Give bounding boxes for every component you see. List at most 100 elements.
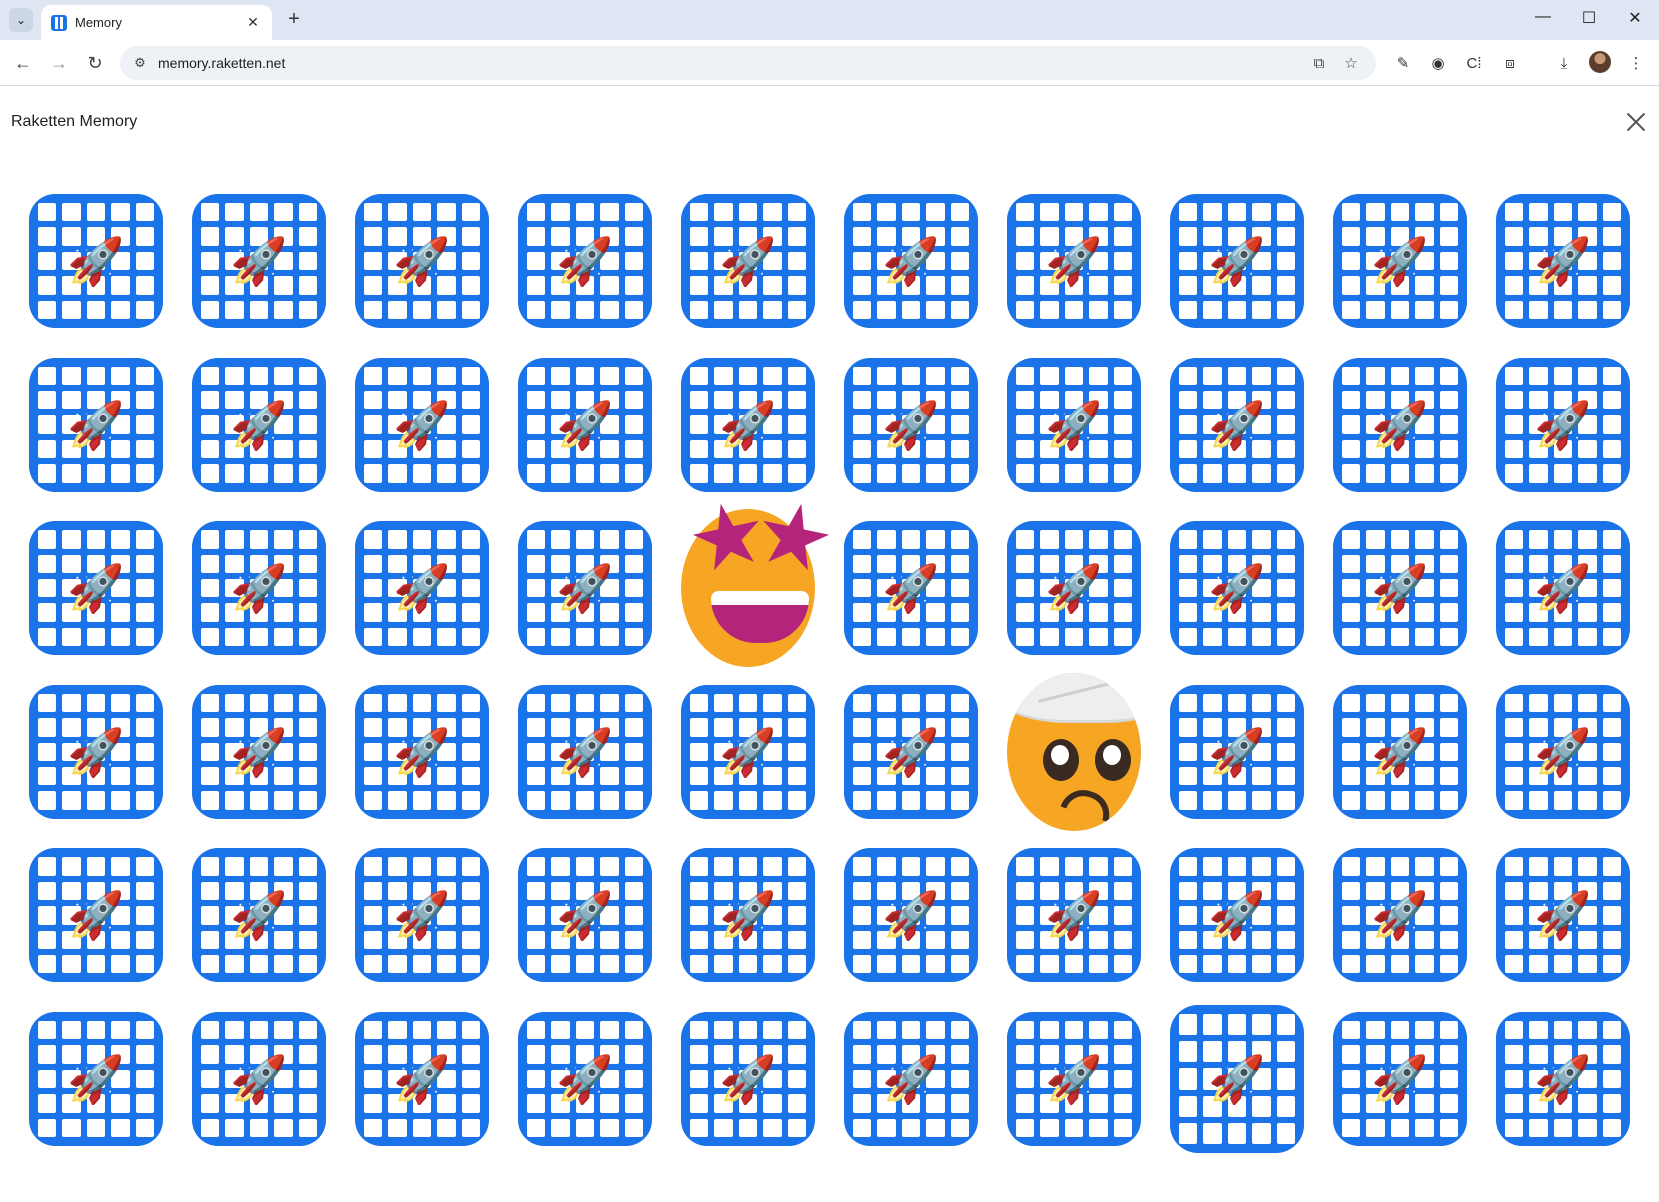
memory-card[interactable]: 🚀: [1333, 357, 1467, 492]
memory-card[interactable]: 🚀: [1170, 684, 1304, 819]
memory-card[interactable]: 🚀: [355, 521, 489, 656]
memory-card[interactable]: 🚀: [681, 1012, 815, 1146]
memory-card[interactable]: 🚀: [1333, 684, 1467, 819]
board-cell: 🚀: [1333, 194, 1467, 328]
memory-card[interactable]: 🚀: [844, 194, 978, 328]
memory-card[interactable]: 🚀: [1007, 521, 1141, 656]
memory-card[interactable]: 🚀: [192, 194, 326, 328]
memory-card[interactable]: 🚀: [1496, 1012, 1630, 1146]
head-bandage-face-card[interactable]: [1007, 672, 1141, 831]
memory-card[interactable]: 🚀: [518, 1012, 652, 1146]
memory-card[interactable]: 🚀: [355, 194, 489, 328]
close-icon[interactable]: [1622, 108, 1650, 136]
memory-card[interactable]: 🚀: [192, 357, 326, 492]
site-info-icon[interactable]: ⚙: [130, 53, 150, 73]
board-cell: 🚀: [1170, 357, 1304, 492]
memory-card[interactable]: 🚀: [29, 521, 163, 656]
memory-card[interactable]: 🚀: [29, 848, 163, 983]
memory-card[interactable]: 🚀: [1170, 848, 1304, 983]
rocket-icon: 🚀: [556, 889, 614, 942]
memory-card[interactable]: 🚀: [1333, 521, 1467, 656]
star-struck-face-card[interactable]: [681, 509, 815, 668]
memory-card[interactable]: 🚀: [1170, 357, 1304, 492]
memory-card[interactable]: 🚀: [192, 684, 326, 819]
tab-search-button[interactable]: ⌄: [9, 8, 33, 32]
memory-card[interactable]: 🚀: [844, 848, 978, 983]
new-tab-button[interactable]: +: [282, 8, 306, 31]
board-cell: 🚀: [192, 848, 326, 983]
memory-card[interactable]: 🚀: [29, 357, 163, 492]
memory-card[interactable]: 🚀: [192, 1012, 326, 1146]
maximize-button[interactable]: ☐: [1574, 8, 1604, 28]
memory-card[interactable]: 🚀: [192, 521, 326, 656]
memory-card[interactable]: 🚀: [29, 194, 163, 328]
tab-close-icon[interactable]: ✕: [244, 14, 262, 31]
memory-card-hovered[interactable]: 🚀: [1170, 1005, 1304, 1153]
memory-card[interactable]: 🚀: [1170, 521, 1304, 656]
window-close-button[interactable]: ✕: [1620, 8, 1650, 28]
rocket-icon: 🚀: [1208, 1053, 1266, 1105]
eyedropper-icon[interactable]: ✎: [1391, 51, 1415, 75]
extension-privacy-icon[interactable]: ◉: [1426, 51, 1450, 75]
url-text[interactable]: memory.raketten.net: [158, 55, 285, 71]
board-cell: 🚀: [355, 1012, 489, 1146]
board-cell: 🚀: [29, 194, 163, 328]
rocket-icon: 🚀: [393, 235, 451, 287]
memory-card[interactable]: 🚀: [518, 848, 652, 983]
tab-memory[interactable]: Memory ✕: [41, 5, 272, 40]
memory-card[interactable]: 🚀: [844, 357, 978, 492]
memory-card[interactable]: 🚀: [844, 684, 978, 819]
memory-card[interactable]: 🚀: [1007, 194, 1141, 328]
memory-card[interactable]: 🚀: [1007, 357, 1141, 492]
rocket-icon: 🚀: [1371, 889, 1429, 942]
extension-c-icon[interactable]: C⁞: [1462, 51, 1486, 75]
memory-card[interactable]: 🚀: [518, 194, 652, 328]
rocket-icon: 🚀: [67, 1053, 125, 1105]
memory-card[interactable]: 🚀: [1333, 194, 1467, 328]
memory-card[interactable]: 🚀: [1496, 684, 1630, 819]
memory-card[interactable]: 🚀: [844, 1012, 978, 1146]
open-in-app-icon[interactable]: ⧉: [1308, 52, 1330, 74]
back-button[interactable]: ←: [11, 51, 35, 75]
memory-card[interactable]: 🚀: [1333, 848, 1467, 983]
memory-card[interactable]: 🚀: [1007, 848, 1141, 983]
memory-card[interactable]: 🚀: [355, 357, 489, 492]
kebab-menu-icon[interactable]: ⋮: [1624, 51, 1648, 75]
rocket-icon: 🚀: [882, 1053, 940, 1105]
memory-card[interactable]: 🚀: [29, 684, 163, 819]
rocket-icon: 🚀: [230, 562, 288, 615]
bookmark-star-icon[interactable]: ☆: [1340, 52, 1362, 74]
memory-card[interactable]: 🚀: [1496, 194, 1630, 328]
memory-card[interactable]: 🚀: [681, 684, 815, 819]
address-bar[interactable]: ⚙ memory.raketten.net ⧉ ☆: [120, 46, 1376, 80]
downloads-icon[interactable]: ⤓: [1552, 51, 1576, 75]
memory-card[interactable]: 🚀: [1496, 357, 1630, 492]
memory-card[interactable]: 🚀: [681, 194, 815, 328]
memory-card[interactable]: 🚀: [518, 357, 652, 492]
memory-card[interactable]: 🚀: [518, 521, 652, 656]
minimize-button[interactable]: —: [1528, 8, 1558, 26]
memory-card[interactable]: 🚀: [1496, 848, 1630, 983]
rocket-icon: 🚀: [719, 725, 777, 778]
memory-board: 🚀 🚀 🚀 🚀 🚀 🚀 🚀 🚀 🚀 🚀 🚀 🚀 🚀 🚀 🚀 🚀 🚀 🚀 🚀 🚀 🚀 🚀 🚀 🚀 🚀 🚀 🚀 🚀 🚀 🚀 🚀 🚀 🚀 🚀 🚀 🚀 🚀 🚀 🚀 🚀…: [29, 194, 1632, 1153]
memory-card[interactable]: 🚀: [518, 684, 652, 819]
memory-card[interactable]: 🚀: [355, 684, 489, 819]
reload-button[interactable]: ↻: [83, 51, 107, 75]
memory-card[interactable]: 🚀: [355, 848, 489, 983]
memory-card[interactable]: 🚀: [355, 1012, 489, 1146]
memory-card[interactable]: 🚀: [1496, 521, 1630, 656]
profile-avatar[interactable]: [1589, 51, 1611, 73]
memory-card[interactable]: 🚀: [1333, 1012, 1467, 1146]
memory-card[interactable]: 🚀: [29, 1012, 163, 1146]
memory-card[interactable]: 🚀: [681, 848, 815, 983]
memory-card[interactable]: 🚀: [192, 848, 326, 983]
memory-card[interactable]: 🚀: [1170, 194, 1304, 328]
board-cell: 🚀: [1170, 194, 1304, 328]
extensions-puzzle-icon[interactable]: ⧈: [1498, 51, 1522, 75]
memory-card[interactable]: 🚀: [1007, 1012, 1141, 1146]
board-cell: 🚀: [192, 1012, 326, 1146]
memory-card[interactable]: 🚀: [681, 357, 815, 492]
forward-button[interactable]: →: [47, 51, 71, 75]
rocket-icon: 🚀: [1208, 889, 1266, 942]
memory-card[interactable]: 🚀: [844, 521, 978, 656]
